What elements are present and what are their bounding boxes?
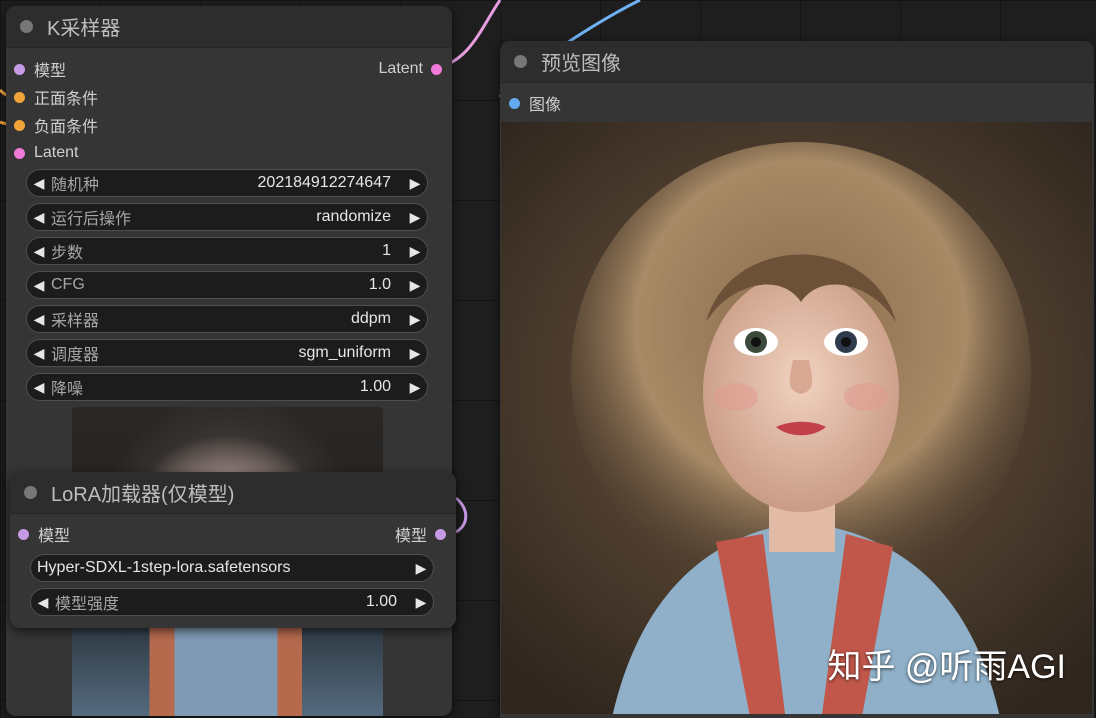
- decrement-arrow-icon[interactable]: ◀: [27, 277, 51, 294]
- lora-header[interactable]: LoRA加载器(仅模型): [10, 472, 456, 514]
- positive-slot-icon[interactable]: [14, 91, 25, 103]
- model-strength-widget[interactable]: ◀ 模型强度 1.00 ▶: [30, 588, 434, 616]
- output-latent-label: Latent: [378, 60, 423, 77]
- increment-arrow-icon[interactable]: ▶: [403, 209, 427, 226]
- increment-arrow-icon[interactable]: ▶: [403, 345, 427, 362]
- lora-input-label: 模型: [38, 528, 71, 545]
- decrement-arrow-icon[interactable]: ◀: [31, 594, 55, 611]
- cfg-widget[interactable]: ◀ CFG 1.0 ▶: [26, 271, 428, 299]
- collapse-dot-icon[interactable]: [20, 20, 33, 33]
- preview-image: 知乎 @听雨AGI: [501, 122, 1092, 714]
- lora-loader-node[interactable]: LoRA加载器(仅模型) 模型 模型 Hyper-SDXL-1step-lora…: [10, 472, 456, 628]
- input-negative-label: 负面条件: [34, 119, 99, 136]
- lora-name-widget[interactable]: Hyper-SDXL-1step-lora.safetensors ▶: [30, 554, 434, 582]
- decrement-arrow-icon[interactable]: ◀: [27, 345, 51, 362]
- lora-model-output-slot-icon[interactable]: [435, 528, 446, 540]
- seed-value[interactable]: 202184912274647: [258, 174, 391, 192]
- model-strength-value[interactable]: 1.00: [366, 593, 397, 611]
- steps-label: 步数: [51, 245, 84, 262]
- input-positive[interactable]: 正面条件: [6, 83, 452, 111]
- scheduler-value[interactable]: sgm_uniform: [299, 344, 391, 362]
- steps-value[interactable]: 1: [382, 242, 391, 260]
- cfg-value[interactable]: 1.0: [369, 276, 391, 294]
- increment-arrow-icon[interactable]: ▶: [403, 277, 427, 294]
- lora-model-input-slot-icon[interactable]: [18, 528, 29, 540]
- collapse-dot-icon[interactable]: [514, 55, 527, 68]
- control-after-generate-widget[interactable]: ◀ 运行后操作 randomize ▶: [26, 203, 428, 231]
- denoise-widget[interactable]: ◀ 降噪 1.00 ▶: [26, 373, 428, 401]
- preview-header[interactable]: 预览图像: [500, 41, 1094, 83]
- model-strength-label: 模型强度: [55, 596, 120, 613]
- increment-arrow-icon[interactable]: ▶: [403, 311, 427, 328]
- decrement-arrow-icon[interactable]: ◀: [27, 311, 51, 328]
- decrement-arrow-icon[interactable]: ◀: [27, 209, 51, 226]
- decrement-arrow-icon[interactable]: ◀: [27, 379, 51, 396]
- sampler-label: 采样器: [51, 313, 100, 330]
- lora-io-row[interactable]: 模型 模型: [10, 520, 456, 548]
- increment-arrow-icon[interactable]: ▶: [403, 379, 427, 396]
- increment-arrow-icon[interactable]: ▶: [409, 560, 433, 577]
- scheduler-label: 调度器: [51, 347, 100, 364]
- decrement-arrow-icon[interactable]: ◀: [27, 243, 51, 260]
- denoise-value[interactable]: 1.00: [360, 378, 391, 396]
- watermark: 知乎 @听雨AGI: [827, 648, 1066, 686]
- input-negative[interactable]: 负面条件: [6, 111, 452, 139]
- sampler-widget[interactable]: ◀ 采样器 ddpm ▶: [26, 305, 428, 333]
- cfg-label: CFG: [51, 276, 85, 293]
- collapse-dot-icon[interactable]: [24, 486, 37, 499]
- preview-title: 预览图像: [541, 53, 621, 75]
- input-model[interactable]: 模型 Latent: [6, 55, 452, 83]
- control-label: 运行后操作: [51, 211, 132, 228]
- seed-label: 随机种: [51, 177, 100, 194]
- input-latent[interactable]: Latent: [6, 139, 452, 167]
- increment-arrow-icon[interactable]: ▶: [403, 175, 427, 192]
- seed-widget[interactable]: ◀ 随机种 202184912274647 ▶: [26, 169, 428, 197]
- sampler-value[interactable]: ddpm: [351, 310, 391, 328]
- latent-output-slot-icon[interactable]: [431, 63, 442, 75]
- steps-widget[interactable]: ◀ 步数 1 ▶: [26, 237, 428, 265]
- lora-title: LoRA加载器(仅模型): [51, 484, 235, 506]
- lora-name-value[interactable]: Hyper-SDXL-1step-lora.safetensors: [37, 559, 397, 577]
- scheduler-widget[interactable]: ◀ 调度器 sgm_uniform ▶: [26, 339, 428, 367]
- image-slot-icon[interactable]: [509, 97, 520, 109]
- input-positive-label: 正面条件: [34, 91, 99, 108]
- lora-output-label: 模型: [394, 528, 427, 545]
- denoise-label: 降噪: [51, 381, 84, 398]
- model-slot-icon[interactable]: [14, 63, 25, 75]
- input-model-label: 模型: [34, 63, 67, 80]
- control-value[interactable]: randomize: [316, 208, 391, 226]
- increment-arrow-icon[interactable]: ▶: [409, 594, 433, 611]
- ksampler-header[interactable]: K采样器: [6, 6, 452, 48]
- increment-arrow-icon[interactable]: ▶: [403, 243, 427, 260]
- negative-slot-icon[interactable]: [14, 119, 25, 131]
- preview-input-row[interactable]: 图像: [500, 89, 1094, 117]
- ksampler-title: K采样器: [47, 18, 121, 40]
- preview-input-label: 图像: [529, 97, 562, 114]
- input-latent-label: Latent: [34, 144, 79, 161]
- latent-slot-icon[interactable]: [14, 147, 25, 159]
- portrait-illustration: [571, 142, 1031, 714]
- decrement-arrow-icon[interactable]: ◀: [27, 175, 51, 192]
- ksampler-preview-thumbnail-lower: [72, 626, 383, 716]
